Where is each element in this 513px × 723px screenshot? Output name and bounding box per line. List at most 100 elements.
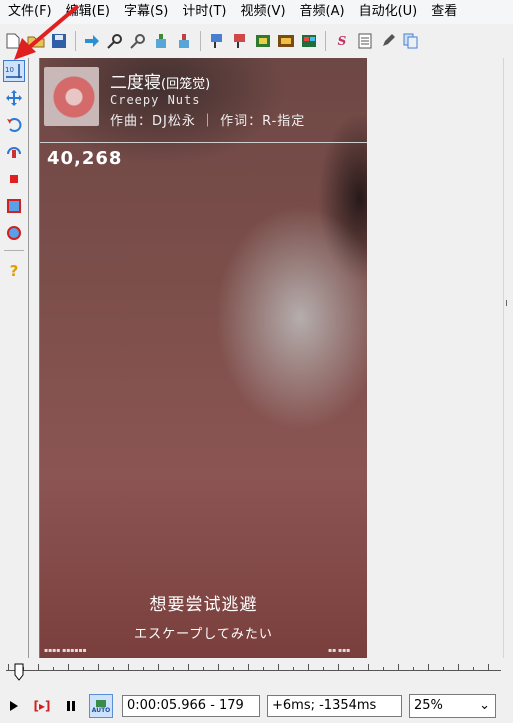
vector-clip-icon[interactable] — [3, 222, 25, 244]
menu-timing[interactable]: 计时(T) — [174, 0, 232, 24]
toolbar-separator — [325, 31, 326, 51]
video-controls: [▸] AUTO 0:00:05.966 - 179 +6ms; -1354ms… — [0, 690, 513, 723]
clip-audio-icon[interactable] — [174, 31, 194, 51]
seek-tick — [338, 664, 339, 671]
visual-tools-panel: 10 ? — [0, 58, 28, 658]
seek-tick — [293, 667, 294, 671]
watermark-right: ▪▪ ▪▪▪ — [328, 647, 351, 654]
video-display[interactable]: 二度寝(回笼觉) Creepy Nuts 作曲：DJ松永 ｜ 作词：R-指定 4… — [40, 58, 367, 658]
toolbar: S — [0, 26, 513, 56]
panel-divider — [28, 58, 29, 658]
pencil-icon[interactable] — [378, 31, 398, 51]
album-cover — [44, 67, 99, 126]
video-frame: 二度寝(回笼觉) Creepy Nuts 作曲：DJ松永 ｜ 作词：R-指定 4… — [40, 58, 367, 658]
seek-tick — [158, 664, 159, 671]
menu-edit[interactable]: 编辑(E) — [58, 0, 116, 24]
rotate-xy-icon[interactable] — [3, 141, 25, 163]
menu-view[interactable]: 查看 — [423, 0, 463, 24]
clip-video-icon[interactable] — [151, 31, 171, 51]
seek-tick — [98, 664, 99, 671]
seek-tick — [143, 667, 144, 671]
subtitle-offset-field[interactable]: +6ms; -1354ms — [267, 695, 402, 717]
auto-scroll-toggle[interactable]: AUTO — [89, 694, 113, 718]
video-seek-slider[interactable] — [0, 660, 513, 686]
svg-text:10: 10 — [5, 66, 14, 74]
help-icon[interactable]: ? — [3, 260, 25, 282]
song-info-card: 二度寝(回笼觉) Creepy Nuts 作曲：DJ松永 ｜ 作词：R-指定 — [40, 58, 367, 142]
watermark-left: ▪▪▪▪ ▪▪▪▪▪▪ — [44, 647, 87, 654]
seek-tick — [128, 664, 129, 671]
seek-tick — [188, 664, 189, 671]
menu-video[interactable]: 视频(V) — [232, 0, 291, 24]
zoom-in-icon[interactable] — [105, 31, 125, 51]
seek-tick — [308, 664, 309, 671]
seek-tick — [443, 667, 444, 671]
open-folder-icon[interactable] — [26, 31, 46, 51]
play-line-icon[interactable]: [▸] — [32, 696, 52, 716]
seek-tick — [413, 667, 414, 671]
copy-icon[interactable] — [401, 31, 421, 51]
seek-tick — [263, 667, 264, 671]
menu-file[interactable]: 文件(F) — [0, 0, 58, 24]
toolbar-separator — [200, 31, 201, 51]
seek-tick — [218, 664, 219, 671]
menu-automation[interactable]: 自动化(U) — [351, 0, 424, 24]
chevron-down-icon: ⌄ — [479, 698, 490, 713]
line-tool-icon[interactable]: 10 — [3, 60, 25, 82]
play-icon[interactable] — [4, 696, 24, 716]
zoom-out-icon[interactable] — [128, 31, 148, 51]
seek-tick — [473, 667, 474, 671]
flag-alt-icon[interactable] — [230, 31, 250, 51]
style-icon[interactable]: S — [332, 31, 352, 51]
song-title: 二度寝(回笼觉) — [110, 68, 210, 93]
menu-audio[interactable]: 音频(A) — [292, 0, 351, 24]
seek-tick — [353, 667, 354, 671]
color-frames-icon[interactable] — [299, 31, 319, 51]
scale-tool-icon[interactable] — [3, 168, 25, 190]
move-tool-icon[interactable] — [3, 87, 25, 109]
seek-tick — [383, 667, 384, 671]
seek-tick — [203, 667, 204, 671]
card-divider — [40, 142, 367, 143]
seek-tick — [323, 667, 324, 671]
menu-subtitle[interactable]: 字幕(S) — [116, 0, 174, 24]
clip-rect-icon[interactable] — [3, 195, 25, 217]
song-artist: Creepy Nuts — [110, 93, 201, 107]
rotate-z-icon[interactable] — [3, 114, 25, 136]
song-credits: 作曲：DJ松永 ｜ 作词：R-指定 — [110, 114, 306, 129]
view-counter: 40,268 — [47, 148, 123, 169]
seek-thumb[interactable] — [14, 663, 24, 681]
seek-tick — [278, 664, 279, 671]
seek-tick — [113, 667, 114, 671]
zoom-value: 25% — [414, 698, 443, 713]
lyric-japanese: エスケープしてみたい — [134, 627, 273, 642]
seek-tick — [68, 664, 69, 671]
save-icon[interactable] — [49, 31, 69, 51]
jump-to-icon[interactable] — [82, 31, 102, 51]
seek-tick — [428, 664, 429, 671]
new-file-icon[interactable] — [3, 31, 23, 51]
properties-icon[interactable] — [355, 31, 375, 51]
keyframe-icon[interactable] — [276, 31, 296, 51]
lyric-chinese: 想要尝试逃避 — [149, 595, 258, 615]
seek-tick — [248, 664, 249, 671]
seek-tick — [173, 667, 174, 671]
right-divider — [503, 58, 504, 658]
seek-tick — [83, 667, 84, 671]
pause-icon[interactable] — [61, 696, 81, 716]
seek-tick — [8, 664, 9, 671]
video-frame-icon[interactable] — [253, 31, 273, 51]
splitter-handle[interactable] — [506, 300, 507, 306]
seek-tick — [488, 664, 489, 671]
seek-tick — [53, 667, 54, 671]
flag-icon[interactable] — [207, 31, 227, 51]
toolbar-separator — [75, 31, 76, 51]
seek-track — [6, 670, 501, 671]
seek-tick — [38, 664, 39, 671]
seek-tick — [458, 664, 459, 671]
menu-bar: 文件(F) 编辑(E) 字幕(S) 计时(T) 视频(V) 音频(A) 自动化(… — [0, 0, 513, 24]
zoom-select[interactable]: 25% ⌄ — [409, 694, 496, 718]
current-time-field[interactable]: 0:00:05.966 - 179 — [122, 695, 260, 717]
seek-tick — [398, 664, 399, 671]
seek-tick — [368, 664, 369, 671]
